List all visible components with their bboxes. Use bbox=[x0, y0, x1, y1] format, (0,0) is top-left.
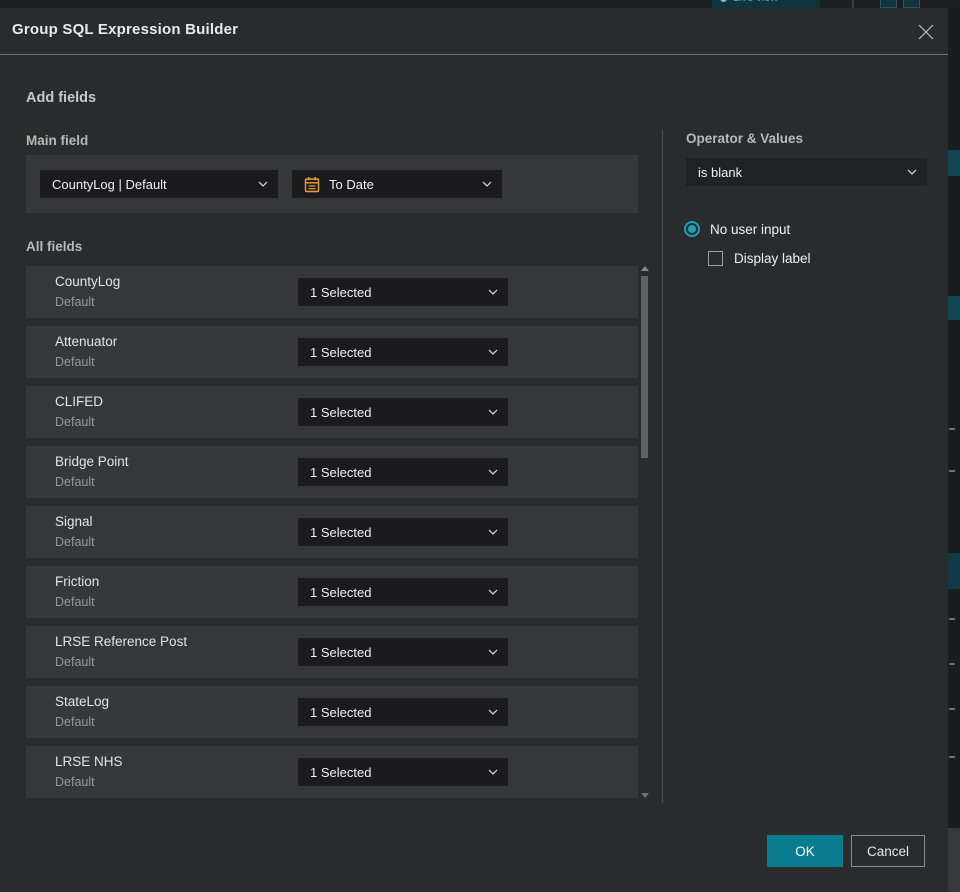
ok-button[interactable]: OK bbox=[767, 835, 843, 867]
field-row-lrse-reference-post: LRSE Reference Post Default 1 Selected bbox=[26, 626, 638, 678]
chevron-down-icon bbox=[488, 529, 498, 535]
field-row-bridge-point: Bridge Point Default 1 Selected bbox=[26, 446, 638, 498]
live-view-label: Live view bbox=[733, 0, 778, 4]
field-sublabel: Default bbox=[55, 535, 95, 549]
field-row-friction: Friction Default 1 Selected bbox=[26, 566, 638, 618]
main-field-panel: CountyLog | Default To Date bbox=[26, 155, 638, 213]
field-row-attenuator: Attenuator Default 1 Selected bbox=[26, 326, 638, 378]
chevron-down-icon bbox=[488, 649, 498, 655]
all-fields-scrollbar[interactable] bbox=[639, 262, 650, 800]
field-name: Signal bbox=[55, 514, 93, 529]
field-name: LRSE Reference Post bbox=[55, 634, 188, 649]
no-user-input-label: No user input bbox=[710, 221, 791, 237]
field-name: LRSE NHS bbox=[55, 754, 123, 769]
radio-selected-icon bbox=[684, 221, 700, 237]
close-button[interactable] bbox=[912, 18, 940, 46]
chevron-down-icon bbox=[482, 181, 492, 187]
display-label-checkbox[interactable]: Display label bbox=[708, 251, 811, 266]
chevron-down-icon bbox=[488, 409, 498, 415]
field-name: StateLog bbox=[55, 694, 110, 709]
field-selection-dropdown[interactable]: 1 Selected bbox=[298, 278, 508, 306]
column-divider bbox=[662, 130, 663, 803]
chevron-down-icon bbox=[488, 709, 498, 715]
display-label-label: Display label bbox=[734, 251, 811, 266]
field-selection-dropdown[interactable]: 1 Selected bbox=[298, 398, 508, 426]
background-right-sliver bbox=[948, 8, 960, 892]
field-dropdown-value: To Date bbox=[329, 176, 374, 192]
chevron-down-icon bbox=[907, 169, 917, 175]
main-field-label: Main field bbox=[26, 133, 89, 148]
chevron-down-icon bbox=[258, 181, 268, 187]
chevron-down-icon bbox=[488, 469, 498, 475]
field-row-countylog: CountyLog Default 1 Selected bbox=[26, 266, 638, 318]
field-row-statelog: StateLog Default 1 Selected bbox=[26, 686, 638, 738]
field-row-signal: Signal Default 1 Selected bbox=[26, 506, 638, 558]
field-sublabel: Default bbox=[55, 355, 95, 369]
chevron-down-icon bbox=[488, 289, 498, 295]
checkbox-unchecked-icon bbox=[708, 251, 723, 266]
background-toolbar-strip: Live view bbox=[0, 0, 960, 8]
field-selection-dropdown[interactable]: 1 Selected bbox=[298, 518, 508, 546]
field-selection-dropdown[interactable]: 1 Selected bbox=[298, 638, 508, 666]
field-selection-dropdown[interactable]: 1 Selected bbox=[298, 758, 508, 786]
field-name: Bridge Point bbox=[55, 454, 129, 469]
no-user-input-radio[interactable]: No user input bbox=[684, 221, 790, 237]
field-sublabel: Default bbox=[55, 775, 95, 789]
field-sublabel: Default bbox=[55, 595, 95, 609]
live-view-dot-icon bbox=[720, 0, 727, 2]
layer-dropdown-value: CountyLog | Default bbox=[52, 176, 167, 192]
toolbar-button-fragment bbox=[903, 0, 920, 8]
close-icon bbox=[918, 24, 934, 40]
dialog-title: Group SQL Expression Builder bbox=[12, 21, 239, 38]
operator-dropdown-value: is blank bbox=[698, 164, 743, 180]
field-selection-dropdown[interactable]: 1 Selected bbox=[298, 698, 508, 726]
field-sublabel: Default bbox=[55, 475, 95, 489]
chevron-down-icon bbox=[488, 349, 498, 355]
all-fields-label: All fields bbox=[26, 239, 83, 254]
field-row-clifed: CLIFED Default 1 Selected bbox=[26, 386, 638, 438]
cancel-button[interactable]: Cancel bbox=[851, 835, 925, 867]
live-view-button[interactable]: Live view bbox=[712, 0, 820, 8]
scroll-up-icon[interactable] bbox=[641, 266, 649, 271]
field-sublabel: Default bbox=[55, 715, 95, 729]
field-selection-dropdown[interactable]: 1 Selected bbox=[298, 338, 508, 366]
toolbar-button-fragment bbox=[880, 0, 897, 8]
main-field-field-dropdown[interactable]: To Date bbox=[292, 170, 502, 198]
field-sublabel: Default bbox=[55, 295, 95, 309]
field-name: CLIFED bbox=[55, 394, 104, 409]
field-name: CountyLog bbox=[55, 274, 121, 289]
toolbar-separator bbox=[852, 0, 854, 8]
calendar-date-icon bbox=[304, 176, 320, 192]
chevron-down-icon bbox=[488, 589, 498, 595]
field-row-lrse-nhs: LRSE NHS Default 1 Selected bbox=[26, 746, 638, 798]
scrollbar-thumb[interactable] bbox=[641, 276, 648, 458]
chevron-down-icon bbox=[488, 769, 498, 775]
group-sql-expression-builder-dialog: Group SQL Expression Builder Add fields … bbox=[0, 8, 948, 892]
add-fields-heading: Add fields bbox=[26, 90, 97, 106]
field-sublabel: Default bbox=[55, 655, 95, 669]
field-name: Friction bbox=[55, 574, 100, 589]
operator-dropdown[interactable]: is blank bbox=[686, 158, 927, 186]
operator-values-label: Operator & Values bbox=[686, 131, 804, 146]
field-sublabel: Default bbox=[55, 415, 95, 429]
scroll-down-icon[interactable] bbox=[641, 793, 649, 798]
field-name: Attenuator bbox=[55, 334, 118, 349]
main-field-layer-dropdown[interactable]: CountyLog | Default bbox=[40, 170, 278, 198]
dialog-header: Group SQL Expression Builder bbox=[0, 8, 948, 55]
field-selection-dropdown[interactable]: 1 Selected bbox=[298, 458, 508, 486]
field-selection-dropdown[interactable]: 1 Selected bbox=[298, 578, 508, 606]
